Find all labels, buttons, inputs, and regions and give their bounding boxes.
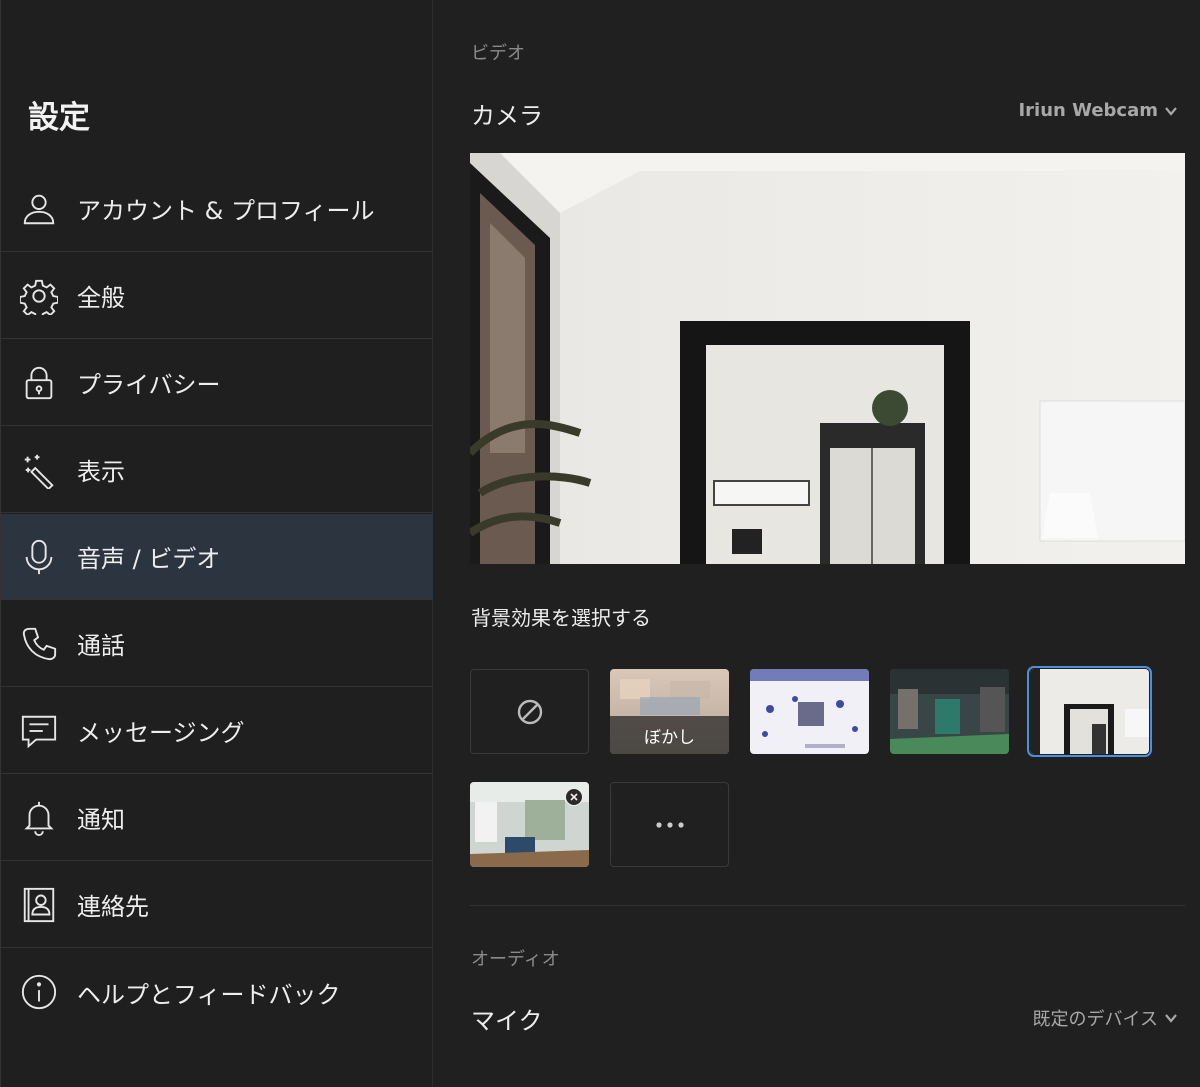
background-effect-label: 背景効果を選択する	[471, 606, 651, 630]
phone-icon	[19, 624, 59, 664]
magic-wand-icon	[19, 450, 59, 490]
sidebar-item-contacts[interactable]: 連絡先	[1, 862, 433, 948]
office-thumbnail	[890, 669, 1009, 754]
background-blur-option[interactable]: ぼかし	[610, 669, 729, 754]
contact-book-icon	[19, 885, 59, 925]
gear-icon	[19, 276, 59, 316]
sidebar-item-display[interactable]: 表示	[1, 427, 433, 513]
no-symbol-icon	[517, 699, 542, 724]
pattern-thumbnail	[750, 669, 869, 748]
sidebar-item-label: ヘルプとフィードバック	[77, 980, 341, 1009]
close-icon	[570, 793, 578, 801]
sidebar-item-label: 連絡先	[77, 893, 149, 921]
sidebar-item-help[interactable]: ヘルプとフィードバック	[1, 949, 433, 1035]
settings-sidebar: 設定 アカウント & プロフィール 全般 プライバシー 表示 音声 / ビデオ	[0, 0, 433, 1087]
blur-label: ぼかし	[610, 716, 729, 754]
bell-icon	[19, 798, 59, 838]
sidebar-item-general[interactable]: 全般	[1, 253, 433, 339]
sidebar-item-label: メッセージング	[77, 719, 245, 747]
room-thumbnail	[1030, 669, 1149, 754]
sidebar-title: 設定	[28, 100, 90, 136]
sidebar-item-audio-video[interactable]: 音声 / ビデオ	[1, 514, 433, 600]
sidebar-item-label: 音声 / ビデオ	[77, 545, 221, 573]
background-office-option[interactable]	[890, 669, 1009, 754]
camera-label: カメラ	[471, 102, 543, 130]
background-pattern-option[interactable]	[750, 669, 869, 754]
info-icon	[19, 972, 59, 1012]
section-divider	[470, 905, 1185, 906]
remove-background-button[interactable]	[565, 788, 583, 806]
sidebar-item-label: プライバシー	[77, 371, 221, 399]
person-icon	[19, 189, 59, 229]
sidebar-item-label: 全般	[77, 284, 125, 312]
camera-device-dropdown[interactable]: Iriun Webcam	[1018, 100, 1178, 121]
chevron-down-icon	[1165, 106, 1177, 116]
settings-content: ビデオ カメラ Iriun Webcam 背景効果を選択する ぼかし オーディオ…	[434, 0, 1200, 1087]
background-none-option[interactable]	[470, 669, 589, 754]
sidebar-item-label: 通話	[77, 632, 125, 660]
camera-device-value: Iriun Webcam	[1018, 100, 1158, 121]
microphone-icon	[19, 537, 59, 577]
video-section-label: ビデオ	[471, 43, 525, 64]
audio-section-label: オーディオ	[471, 949, 560, 970]
more-icon	[655, 821, 684, 828]
background-room-option[interactable]	[1027, 666, 1152, 757]
sidebar-item-notifications[interactable]: 通知	[1, 775, 433, 861]
message-icon	[19, 711, 59, 751]
chevron-down-icon	[1165, 1014, 1177, 1023]
mic-device-value: 既定のデバイス	[1032, 1009, 1158, 1030]
sidebar-item-messaging[interactable]: メッセージング	[1, 688, 433, 774]
sidebar-item-calls[interactable]: 通話	[1, 601, 433, 687]
sidebar-item-label: 表示	[77, 458, 125, 486]
sidebar-item-label: 通知	[77, 806, 125, 834]
mic-device-dropdown[interactable]: 既定のデバイス	[1033, 1005, 1178, 1031]
sidebar-item-label: アカウント & プロフィール	[77, 197, 375, 225]
background-custom-option[interactable]	[470, 782, 589, 867]
sidebar-item-privacy[interactable]: プライバシー	[1, 340, 433, 426]
lock-icon	[19, 363, 59, 403]
mic-label: マイク	[471, 1007, 543, 1035]
sidebar-item-account[interactable]: アカウント & プロフィール	[1, 166, 433, 252]
camera-preview	[470, 153, 1185, 564]
more-backgrounds-button[interactable]	[610, 782, 729, 867]
